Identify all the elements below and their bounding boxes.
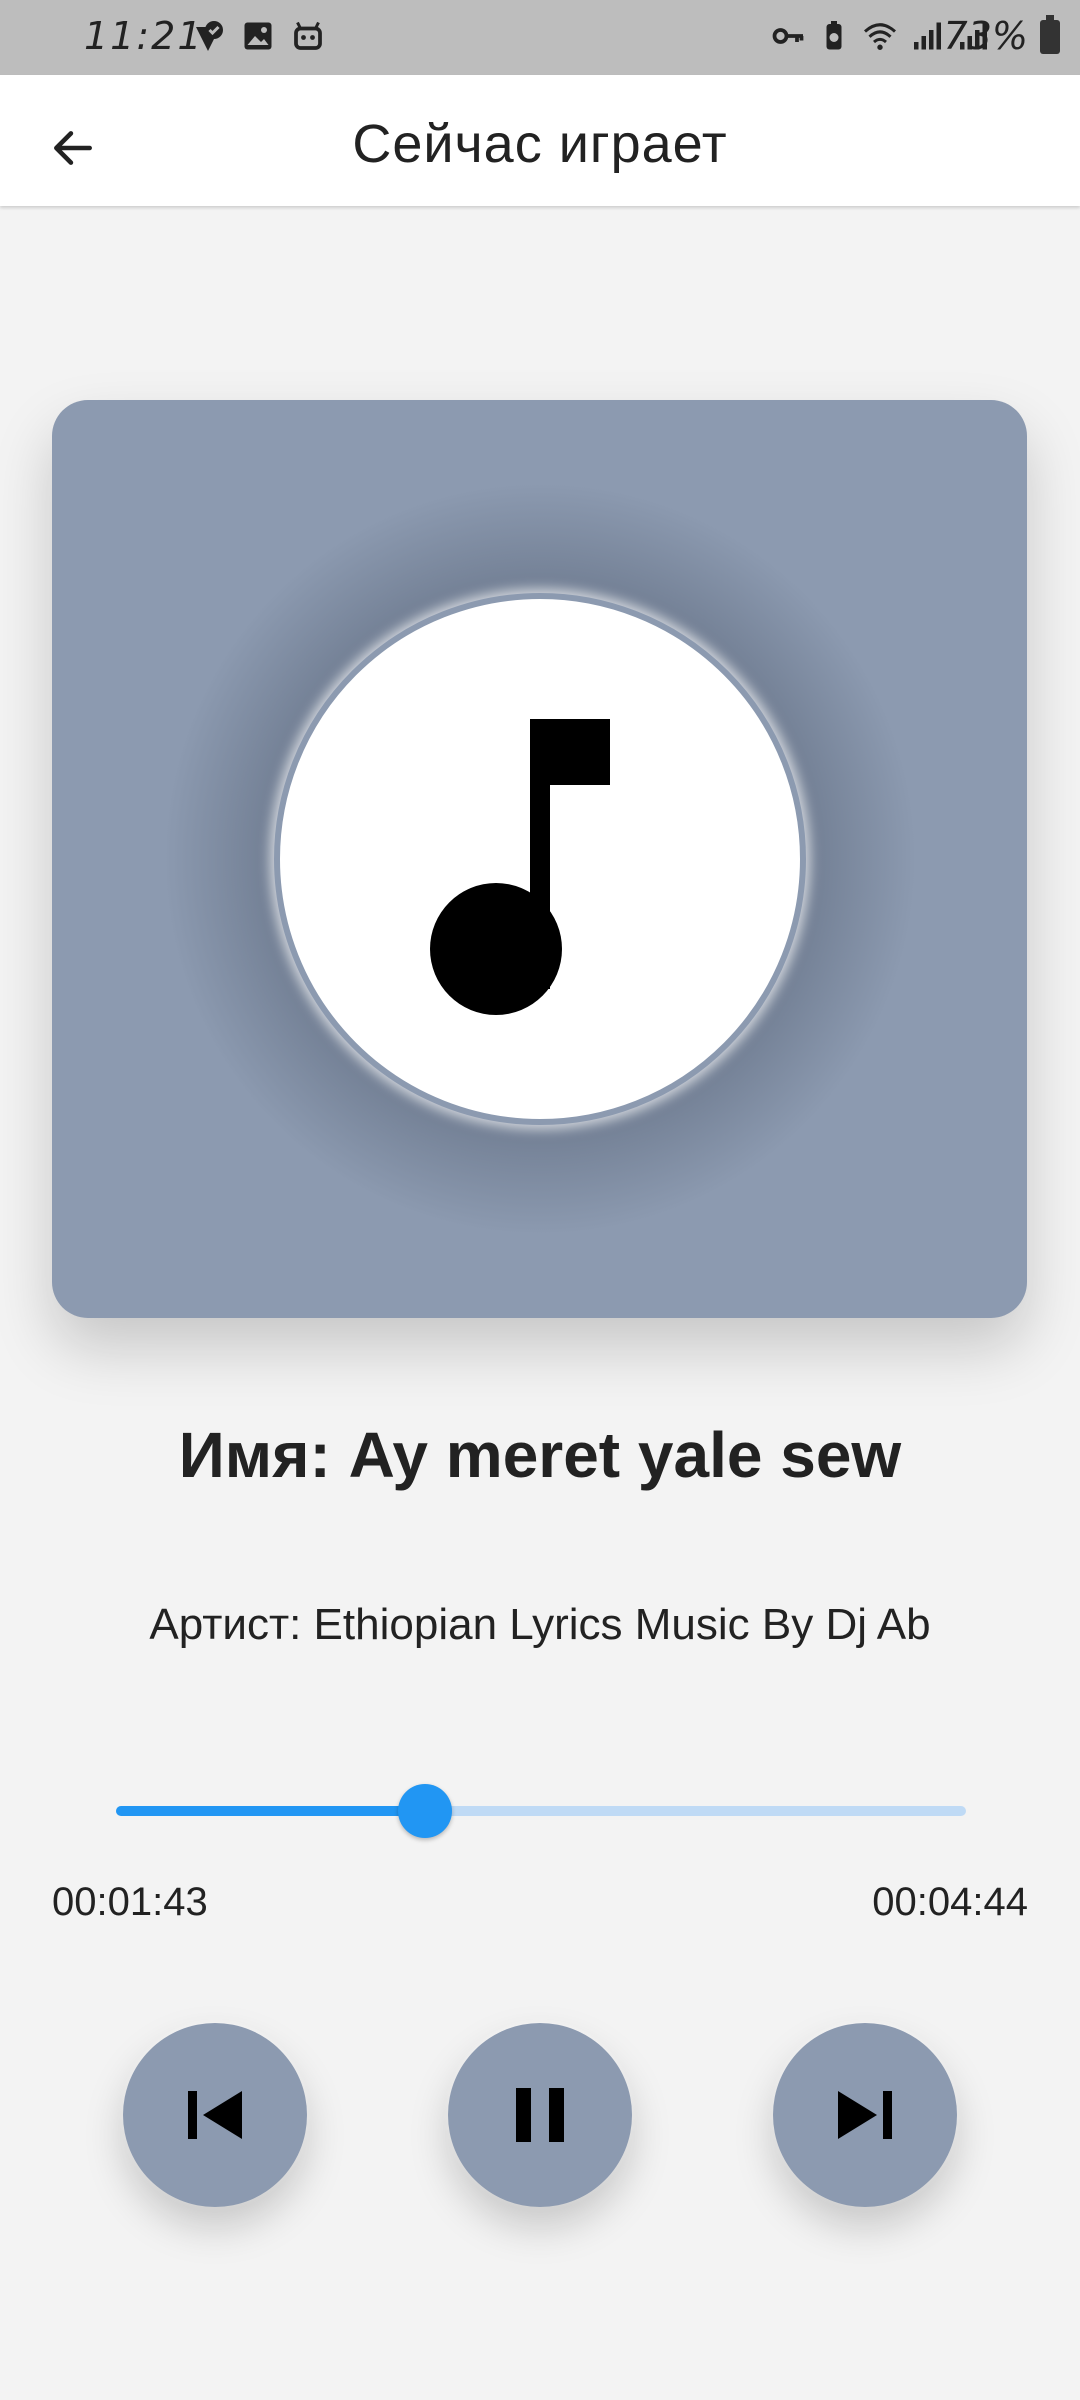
- progress-slider[interactable]: [116, 1784, 966, 1838]
- pause-button[interactable]: [448, 2023, 632, 2207]
- battery-percent: 73%: [943, 14, 1028, 58]
- key-icon: [772, 28, 804, 44]
- skip-previous-icon: [188, 2091, 242, 2139]
- slider-thumb[interactable]: [397, 1784, 452, 1838]
- current-time: 00:01:43: [52, 1880, 208, 1924]
- slider-fill: [116, 1806, 425, 1816]
- app-bar: Сейчас играет: [0, 75, 1080, 206]
- image-icon: [244, 22, 272, 50]
- battery-icon: [1040, 15, 1060, 54]
- check-pin-icon: [196, 21, 223, 51]
- album-art-card: [52, 400, 1027, 1318]
- page-title: Сейчас играет: [352, 114, 728, 174]
- previous-button[interactable]: [123, 2023, 307, 2207]
- signal-icon: [914, 22, 941, 50]
- music-note-icon: [429, 719, 610, 1015]
- track-artist: Артист: Ethiopian Lyrics Music By Dj Ab: [149, 1600, 931, 1649]
- track-name: Имя: Ay meret yale sew: [178, 1419, 902, 1491]
- android-icon: [294, 21, 322, 50]
- wifi-icon: [863, 23, 897, 50]
- status-bar: 11:21 73%: [0, 0, 1080, 75]
- battery-saver-icon: [826, 21, 842, 50]
- skip-next-icon: [838, 2091, 892, 2139]
- album-art-disc: [273, 593, 806, 1125]
- pause-icon: [516, 2088, 564, 2142]
- status-left-icons: [190, 18, 326, 54]
- status-time: 11:21: [84, 14, 204, 58]
- total-time: 00:04:44: [872, 1880, 1028, 1924]
- next-button[interactable]: [773, 2023, 957, 2207]
